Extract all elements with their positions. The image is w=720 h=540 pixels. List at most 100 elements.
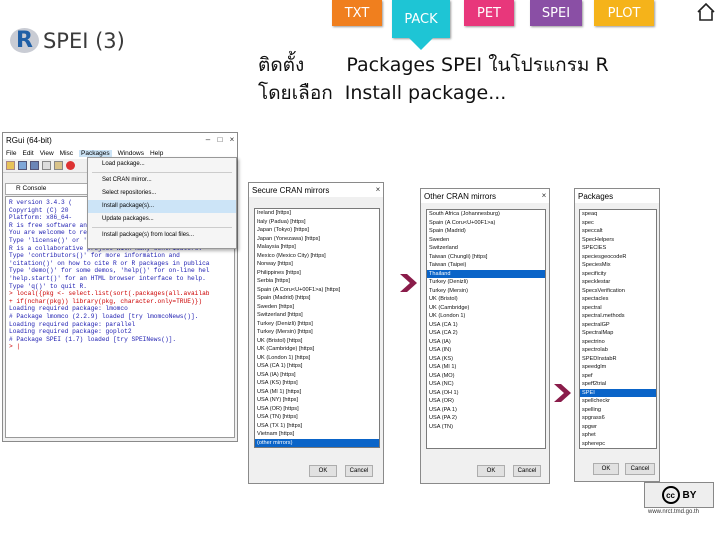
package-list-item[interactable]: spec bbox=[580, 219, 656, 228]
mirror-list-item[interactable]: Turkey (Denizli) [https] bbox=[255, 320, 379, 329]
mirror-list-item[interactable]: Spain (Madrid) bbox=[427, 227, 545, 236]
save-workspace-icon[interactable] bbox=[30, 161, 39, 170]
mirror-list-item[interactable]: Thailand bbox=[427, 269, 545, 278]
package-list-item[interactable]: SPECIES bbox=[580, 244, 656, 253]
mirror-list-item[interactable]: Switzerland bbox=[427, 244, 545, 253]
menu-packages[interactable]: Packages bbox=[79, 149, 112, 157]
mirror-list-item[interactable]: Taiwan (Taipei) bbox=[427, 261, 545, 270]
close-icon[interactable]: × bbox=[227, 135, 237, 145]
package-list-item[interactable]: spelling bbox=[580, 406, 656, 415]
package-list-item[interactable]: SpeciesMix bbox=[580, 261, 656, 270]
menu-windows[interactable]: Windows bbox=[118, 150, 144, 157]
mirror-list-item[interactable]: USA (KS) [https] bbox=[255, 379, 379, 388]
mirror-list-item[interactable]: USA (MO) bbox=[427, 372, 545, 381]
mirror-list-item[interactable]: USA (IA) bbox=[427, 338, 545, 347]
mirror-list-item[interactable]: Italy (Padua) [https] bbox=[255, 218, 379, 227]
package-list-item[interactable]: spef bbox=[580, 372, 656, 381]
mirror-list-item[interactable]: Spain (Madrid) [https] bbox=[255, 294, 379, 303]
mirror-list-item[interactable]: USA (CA 1) [https] bbox=[255, 362, 379, 371]
menu-file[interactable]: File bbox=[6, 150, 16, 157]
menu-item-install-packages[interactable]: Install package(s)... bbox=[88, 200, 236, 213]
mirror-list-item[interactable]: USA (NY) [https] bbox=[255, 396, 379, 405]
package-list-item[interactable]: spgwr bbox=[580, 423, 656, 432]
menu-edit[interactable]: Edit bbox=[22, 150, 33, 157]
package-list-item[interactable]: SpecHelpers bbox=[580, 236, 656, 245]
package-list-item[interactable]: spectral bbox=[580, 304, 656, 313]
package-list-item[interactable]: SPEDInstabR bbox=[580, 355, 656, 364]
menu-item-load-package[interactable]: Load package... bbox=[88, 158, 236, 171]
mirror-list-item[interactable]: USA (IA) [https] bbox=[255, 371, 379, 380]
mirror-list-item[interactable]: USA (MI 1) bbox=[427, 363, 545, 372]
packages-cancel-button[interactable]: Cancel bbox=[625, 463, 655, 475]
close-icon[interactable]: × bbox=[373, 185, 383, 195]
tab-pack[interactable]: PACK bbox=[392, 0, 450, 38]
mirror-list-item[interactable]: Norway [https] bbox=[255, 260, 379, 269]
mirror-list-item[interactable]: Turkey (Mersin) [https] bbox=[255, 328, 379, 337]
menu-item-update-packages[interactable]: Update packages... bbox=[88, 213, 236, 226]
tab-pet[interactable]: PET bbox=[464, 0, 514, 26]
mirror-list-item[interactable]: USA (TX 1) [https] bbox=[255, 422, 379, 431]
mirror-list-item[interactable]: Spain (A Coru<U+00F1>a) [https] bbox=[255, 286, 379, 295]
open-script-icon[interactable] bbox=[6, 161, 15, 170]
mirror-list-item[interactable]: Japan (Yonezawa) [https] bbox=[255, 235, 379, 244]
menu-item-select-repositories[interactable]: Select repositories... bbox=[88, 187, 236, 200]
package-list-item[interactable]: spectralGP bbox=[580, 321, 656, 330]
mirror-list-item[interactable]: Turkey (Mersin) bbox=[427, 287, 545, 296]
mirror-list-item[interactable]: Serbia [https] bbox=[255, 277, 379, 286]
package-list-item[interactable]: spew bbox=[580, 448, 656, 449]
tab-spei[interactable]: SPEI bbox=[530, 0, 582, 26]
menu-misc[interactable]: Misc bbox=[60, 150, 73, 157]
mirror-list-item[interactable]: Philippines [https] bbox=[255, 269, 379, 278]
load-workspace-icon[interactable] bbox=[18, 161, 27, 170]
package-list-item[interactable]: spectrolab bbox=[580, 346, 656, 355]
mirror-list-item[interactable]: USA (KS) bbox=[427, 355, 545, 364]
mirror-list-item[interactable]: Sweden [https] bbox=[255, 303, 379, 312]
mirror-list-item[interactable]: USA (CA 1) bbox=[427, 321, 545, 330]
mirror-list-item[interactable]: USA (PA 2) bbox=[427, 414, 545, 423]
mirror-list-item[interactable]: USA (MI 1) [https] bbox=[255, 388, 379, 397]
mirror-list-item[interactable]: Vietnam [https] bbox=[255, 430, 379, 439]
home-icon[interactable] bbox=[696, 2, 716, 22]
other-ok-button[interactable]: OK bbox=[477, 465, 505, 477]
mirror-list-item[interactable]: Sweden bbox=[427, 236, 545, 245]
packages-ok-button[interactable]: OK bbox=[593, 463, 619, 475]
mirror-list-item[interactable]: (other mirrors) bbox=[255, 438, 379, 447]
mirror-list-item[interactable]: Switzerland [https] bbox=[255, 311, 379, 320]
package-list-item[interactable]: sphet bbox=[580, 431, 656, 440]
mirror-list-item[interactable]: UK (Bristol) bbox=[427, 295, 545, 304]
mirror-list-item[interactable]: USA (OR) [https] bbox=[255, 405, 379, 414]
mirror-list-item[interactable]: USA (TN) [https] bbox=[255, 413, 379, 422]
menu-item-set-cran-mirror[interactable]: Set CRAN mirror... bbox=[88, 174, 236, 187]
console-prompt[interactable]: > | bbox=[9, 343, 231, 351]
mirror-list-item[interactable]: Japan (Tokyo) [https] bbox=[255, 226, 379, 235]
mirror-list-item[interactable]: UK (Bristol) [https] bbox=[255, 337, 379, 346]
package-list-item[interactable]: SPEI bbox=[580, 388, 656, 397]
mirror-list-item[interactable]: Mexico (Mexico City) [https] bbox=[255, 252, 379, 261]
menu-item-install-local[interactable]: Install package(s) from local files... bbox=[88, 229, 236, 242]
mirror-list-item[interactable]: USA (IN) bbox=[427, 346, 545, 355]
mirror-list-item[interactable]: USA (OH 1) bbox=[427, 389, 545, 398]
package-list-item[interactable]: speff2trial bbox=[580, 380, 656, 389]
tab-plot[interactable]: PLOT bbox=[594, 0, 654, 26]
package-list-item[interactable]: spectrino bbox=[580, 338, 656, 347]
stop-icon[interactable] bbox=[66, 161, 75, 170]
mirror-list-item[interactable]: USA (PA 1) bbox=[427, 406, 545, 415]
menu-help[interactable]: Help bbox=[150, 150, 163, 157]
secure-mirror-list[interactable]: Ireland [https] Italy (Padua) [https] Japa… bbox=[254, 208, 380, 448]
other-cancel-button[interactable]: Cancel bbox=[513, 465, 541, 477]
package-list-item[interactable]: speedglm bbox=[580, 363, 656, 372]
package-list-item[interactable]: specklestar bbox=[580, 278, 656, 287]
secure-ok-button[interactable]: OK bbox=[309, 465, 337, 477]
package-list-item[interactable]: speciesgeocodeR bbox=[580, 253, 656, 262]
mirror-list-item[interactable]: UK (London 1) [https] bbox=[255, 354, 379, 363]
package-list-item[interactable]: SpectralMap bbox=[580, 329, 656, 338]
close-icon[interactable]: × bbox=[539, 191, 549, 201]
package-list-item[interactable]: speccalt bbox=[580, 227, 656, 236]
copy-icon[interactable] bbox=[42, 161, 51, 170]
package-list-item[interactable]: spectacles bbox=[580, 295, 656, 304]
mirror-list-item[interactable]: Taiwan (Chungli) [https] bbox=[427, 253, 545, 262]
secure-cancel-button[interactable]: Cancel bbox=[345, 465, 373, 477]
mirror-list-item[interactable]: Spain (A Coru<U+00F1>a) bbox=[427, 219, 545, 228]
mirror-list-item[interactable]: Turkey (Denizli) bbox=[427, 278, 545, 287]
package-list-item[interactable]: spectral.methods bbox=[580, 312, 656, 321]
